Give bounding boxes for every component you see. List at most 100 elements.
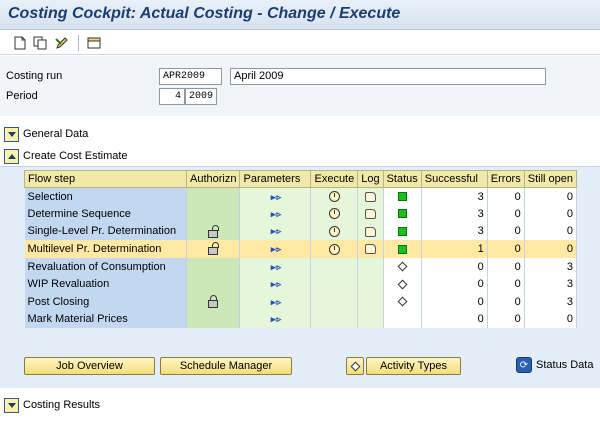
costing-results-section-toggle[interactable]: Costing Results bbox=[4, 395, 100, 415]
table-row[interactable]: Multilevel Pr. Determination ▸▫▹ 1 0 0 bbox=[24, 240, 578, 258]
unlocked-icon[interactable] bbox=[208, 224, 220, 238]
flow-step-cell[interactable]: WIP Revaluation bbox=[24, 275, 187, 294]
status-data-button[interactable]: ⟳ Status Data bbox=[516, 357, 593, 373]
flow-step-cell[interactable]: Determine Sequence bbox=[24, 205, 187, 223]
log-scroll-icon[interactable] bbox=[364, 208, 376, 219]
table-row[interactable]: Single-Level Pr. Determination ▸▫▹ 3 0 0 bbox=[24, 222, 578, 241]
still-open-count-cell: 3 bbox=[524, 257, 578, 276]
header-form bbox=[0, 56, 600, 116]
still-open-count-cell: 0 bbox=[524, 187, 578, 206]
flow-step-cell[interactable]: Selection bbox=[24, 187, 187, 206]
refresh-icon: ⟳ bbox=[516, 357, 532, 373]
parameters-cell[interactable]: ▸▫▹ bbox=[239, 275, 312, 294]
job-overview-button[interactable]: Job Overview bbox=[24, 357, 155, 375]
create-cost-estimate-section-toggle[interactable]: Create Cost Estimate bbox=[4, 146, 128, 166]
log-scroll-icon[interactable] bbox=[364, 226, 376, 237]
parameters-icon[interactable]: ▸▫▹ bbox=[271, 279, 281, 290]
col-header-parameters[interactable]: Parameters bbox=[239, 170, 312, 188]
period-year-field[interactable]: 2009 bbox=[185, 88, 217, 105]
table-row[interactable]: Post Closing ▸▫▹ 0 0 3 bbox=[24, 293, 578, 311]
status-cell bbox=[383, 222, 422, 241]
parameters-icon[interactable]: ▸▫▹ bbox=[271, 226, 281, 237]
log-scroll-icon[interactable] bbox=[364, 244, 376, 255]
table-row[interactable]: Selection ▸▫▹ 3 0 0 bbox=[24, 187, 578, 206]
flow-step-cell[interactable]: Revaluation of Consumption bbox=[24, 257, 187, 276]
log-cell[interactable] bbox=[357, 240, 384, 258]
successful-count-cell: 0 bbox=[421, 257, 488, 276]
table-row[interactable]: Revaluation of Consumption ▸▫▹ 0 0 3 bbox=[24, 257, 578, 276]
table-row[interactable]: Determine Sequence ▸▫▹ 3 0 0 bbox=[24, 205, 578, 223]
flow-step-cell[interactable]: Mark Material Prices bbox=[24, 310, 187, 329]
log-cell[interactable] bbox=[357, 205, 384, 223]
table-header-row: Flow step Authorizn Parameters Execute L… bbox=[24, 170, 578, 188]
lock-icon[interactable] bbox=[208, 294, 219, 308]
costing-run-field[interactable]: APR2009 bbox=[159, 68, 222, 85]
parameters-cell[interactable]: ▸▫▹ bbox=[239, 187, 312, 206]
edit-pencil-icon[interactable] bbox=[54, 35, 70, 51]
col-header-authorization[interactable]: Authorizn bbox=[185, 170, 241, 188]
parameters-cell[interactable]: ▸▫▹ bbox=[239, 240, 312, 258]
status-pending-icon bbox=[397, 297, 408, 307]
errors-count-cell: 0 bbox=[487, 187, 525, 206]
parameters-cell[interactable]: ▸▫▹ bbox=[239, 293, 312, 311]
flow-step-cell[interactable]: Single-Level Pr. Determination bbox=[24, 222, 187, 241]
log-scroll-icon[interactable] bbox=[364, 191, 376, 202]
col-header-execute[interactable]: Execute bbox=[310, 170, 359, 188]
parameters-icon[interactable]: ▸▫▹ bbox=[271, 209, 281, 220]
col-header-errors[interactable]: Errors bbox=[486, 170, 525, 188]
execute-cell[interactable] bbox=[310, 205, 359, 223]
costing-run-description-field[interactable]: April 2009 bbox=[230, 68, 546, 85]
execute-clock-icon[interactable] bbox=[328, 191, 340, 203]
execute-cell[interactable] bbox=[310, 187, 359, 206]
execute-cell[interactable] bbox=[310, 240, 359, 258]
authorization-cell[interactable] bbox=[186, 293, 241, 311]
execute-clock-icon[interactable] bbox=[328, 243, 340, 255]
parameters-icon[interactable]: ▸▫▹ bbox=[271, 262, 281, 273]
parameters-icon[interactable]: ▸▫▹ bbox=[271, 314, 281, 325]
settings-icon[interactable] bbox=[86, 35, 102, 51]
successful-count-cell: 1 bbox=[421, 240, 488, 258]
parameters-cell[interactable]: ▸▫▹ bbox=[239, 310, 312, 329]
general-data-section-toggle[interactable]: General Data bbox=[4, 124, 88, 144]
table-row[interactable]: Mark Material Prices ▸▫▹ 0 0 0 bbox=[24, 310, 578, 329]
title-bar: Costing Cockpit: Actual Costing - Change… bbox=[0, 0, 600, 30]
errors-count-cell: 0 bbox=[487, 205, 525, 223]
parameters-cell[interactable]: ▸▫▹ bbox=[239, 205, 312, 223]
status-green-icon bbox=[397, 244, 407, 254]
errors-count-cell: 0 bbox=[487, 310, 525, 329]
status-green-icon bbox=[397, 209, 407, 219]
authorization-cell[interactable] bbox=[186, 240, 241, 258]
schedule-manager-button[interactable]: Schedule Manager bbox=[160, 357, 292, 375]
still-open-count-cell: 3 bbox=[524, 275, 578, 294]
parameters-icon[interactable]: ▸▫▹ bbox=[271, 244, 281, 255]
log-cell[interactable] bbox=[357, 187, 384, 206]
flow-step-cell[interactable]: Post Closing bbox=[24, 293, 187, 311]
execute-clock-icon[interactable] bbox=[328, 208, 340, 220]
still-open-count-cell: 0 bbox=[524, 310, 578, 329]
errors-count-cell: 0 bbox=[487, 240, 525, 258]
parameters-cell[interactable]: ▸▫▹ bbox=[239, 257, 312, 276]
parameters-cell[interactable]: ▸▫▹ bbox=[239, 222, 312, 241]
activity-types-button[interactable]: Activity Types bbox=[366, 357, 461, 375]
period-month-field[interactable]: 4 bbox=[159, 88, 185, 105]
activity-types-status-button[interactable] bbox=[346, 357, 364, 375]
general-data-label: General Data bbox=[23, 128, 89, 140]
log-cell[interactable] bbox=[357, 222, 384, 241]
execute-clock-icon[interactable] bbox=[328, 226, 340, 238]
col-header-status[interactable]: Status bbox=[382, 170, 422, 188]
col-header-still-open[interactable]: Still open bbox=[523, 170, 578, 188]
parameters-icon[interactable]: ▸▫▹ bbox=[271, 192, 281, 203]
flow-step-cell[interactable]: Multilevel Pr. Determination bbox=[24, 240, 187, 258]
col-header-successful[interactable]: Successful bbox=[420, 170, 488, 188]
col-header-log[interactable]: Log bbox=[357, 170, 384, 188]
copy-icon[interactable] bbox=[32, 35, 48, 51]
errors-count-cell: 0 bbox=[487, 222, 525, 241]
parameters-icon[interactable]: ▸▫▹ bbox=[271, 297, 281, 308]
new-document-icon[interactable] bbox=[12, 35, 28, 51]
execute-cell[interactable] bbox=[310, 222, 359, 241]
successful-count-cell: 0 bbox=[421, 275, 488, 294]
table-row[interactable]: WIP Revaluation ▸▫▹ 0 0 3 bbox=[24, 275, 578, 294]
authorization-cell[interactable] bbox=[186, 222, 241, 241]
unlocked-icon[interactable] bbox=[208, 242, 220, 256]
col-header-flow-step[interactable]: Flow step bbox=[24, 170, 187, 188]
